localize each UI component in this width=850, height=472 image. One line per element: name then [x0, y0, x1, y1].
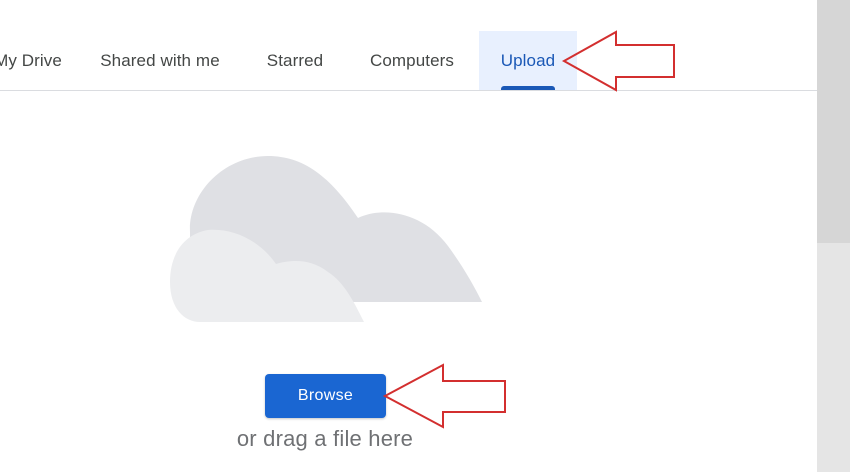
- tab-label: Computers: [369, 50, 455, 70]
- tab-shared-with-me[interactable]: Shared with me: [82, 31, 238, 90]
- file-picker-dialog: My Drive Shared with me Starred Computer…: [0, 0, 817, 472]
- tab-label: My Drive: [0, 50, 62, 70]
- scrollbar-track[interactable]: [817, 0, 850, 472]
- tab-my-drive[interactable]: My Drive: [0, 31, 72, 90]
- tab-bar: My Drive Shared with me Starred Computer…: [0, 0, 817, 91]
- tab-computers[interactable]: Computers: [352, 31, 472, 90]
- tab-label: Starred: [266, 50, 324, 70]
- scrollbar-thumb[interactable]: [817, 0, 850, 243]
- tab-starred[interactable]: Starred: [248, 31, 342, 90]
- browse-button[interactable]: Browse: [265, 374, 386, 418]
- active-tab-indicator: [501, 86, 555, 90]
- annotation-arrow-icon: [382, 363, 506, 429]
- cloud-icon: [170, 156, 482, 322]
- annotation-arrow-icon: [561, 30, 675, 92]
- tab-label: Upload: [500, 50, 556, 70]
- tab-label: Shared with me: [100, 50, 220, 70]
